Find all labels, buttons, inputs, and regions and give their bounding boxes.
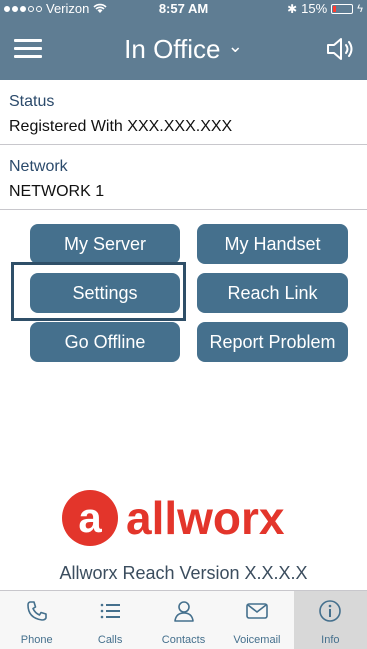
tab-contacts[interactable]: Contacts xyxy=(147,591,220,649)
phone-icon xyxy=(26,601,47,621)
presence-selector[interactable]: In Office ⌄ xyxy=(0,34,367,65)
report-problem-button[interactable]: Report Problem xyxy=(197,322,348,362)
battery-percent: 15% xyxy=(301,1,328,16)
tab-calls-label: Calls xyxy=(97,634,123,646)
status-bar: Verizon 8:57 AM ✱ 15% ϟ xyxy=(0,0,367,18)
version-text: Allworx Reach Version X.X.X.X xyxy=(59,563,308,583)
tab-phone-label: Phone xyxy=(20,634,53,646)
network-label: Network xyxy=(9,158,68,175)
app-screen: Verizon 8:57 AM ✱ 15% ϟ In Office ⌄ Stat… xyxy=(0,0,367,649)
my-server-button[interactable]: My Server xyxy=(30,224,180,264)
status-row: Status Registered With XXX.XXX.XXX xyxy=(0,80,367,145)
tab-voicemail[interactable]: Voicemail xyxy=(220,591,293,649)
envelope-icon xyxy=(246,603,268,619)
go-offline-button[interactable]: Go Offline xyxy=(30,322,180,362)
chevron-down-icon: ⌄ xyxy=(227,36,243,56)
tab-contacts-label: Contacts xyxy=(161,634,206,646)
speaker-button[interactable] xyxy=(325,36,355,62)
info-icon xyxy=(319,600,342,622)
settings-button[interactable]: Settings xyxy=(30,273,180,313)
list-icon xyxy=(100,603,121,619)
presence-title: In Office xyxy=(124,34,221,64)
my-handset-button[interactable]: My Handset xyxy=(197,224,348,264)
nav-bar: In Office ⌄ xyxy=(0,18,367,80)
tab-bar: Phone Calls Contacts Voicemail Info xyxy=(0,590,367,649)
speaker-icon xyxy=(327,38,353,60)
status-value: Registered With XXX.XXX.XXX xyxy=(9,118,233,135)
tab-info-label: Info xyxy=(321,634,340,646)
reach-link-button[interactable]: Reach Link xyxy=(197,273,348,313)
svg-text:a: a xyxy=(78,494,102,541)
logo-wordmark: allworx xyxy=(126,492,285,544)
bluetooth-icon: ✱ xyxy=(287,1,298,16)
charging-icon: ϟ xyxy=(357,2,363,15)
status-right: ✱ 15% ϟ xyxy=(287,1,363,16)
tab-voicemail-label: Voicemail xyxy=(233,634,281,646)
network-row: Network NETWORK 1 xyxy=(0,145,367,210)
status-label: Status xyxy=(9,93,55,110)
person-icon xyxy=(173,601,194,622)
tab-phone[interactable]: Phone xyxy=(0,591,73,649)
network-value: NETWORK 1 xyxy=(9,183,105,200)
allworx-logo: a allworx xyxy=(60,488,320,548)
tab-calls[interactable]: Calls xyxy=(73,591,146,649)
battery-icon xyxy=(331,3,354,14)
tab-info[interactable]: Info xyxy=(293,591,367,649)
